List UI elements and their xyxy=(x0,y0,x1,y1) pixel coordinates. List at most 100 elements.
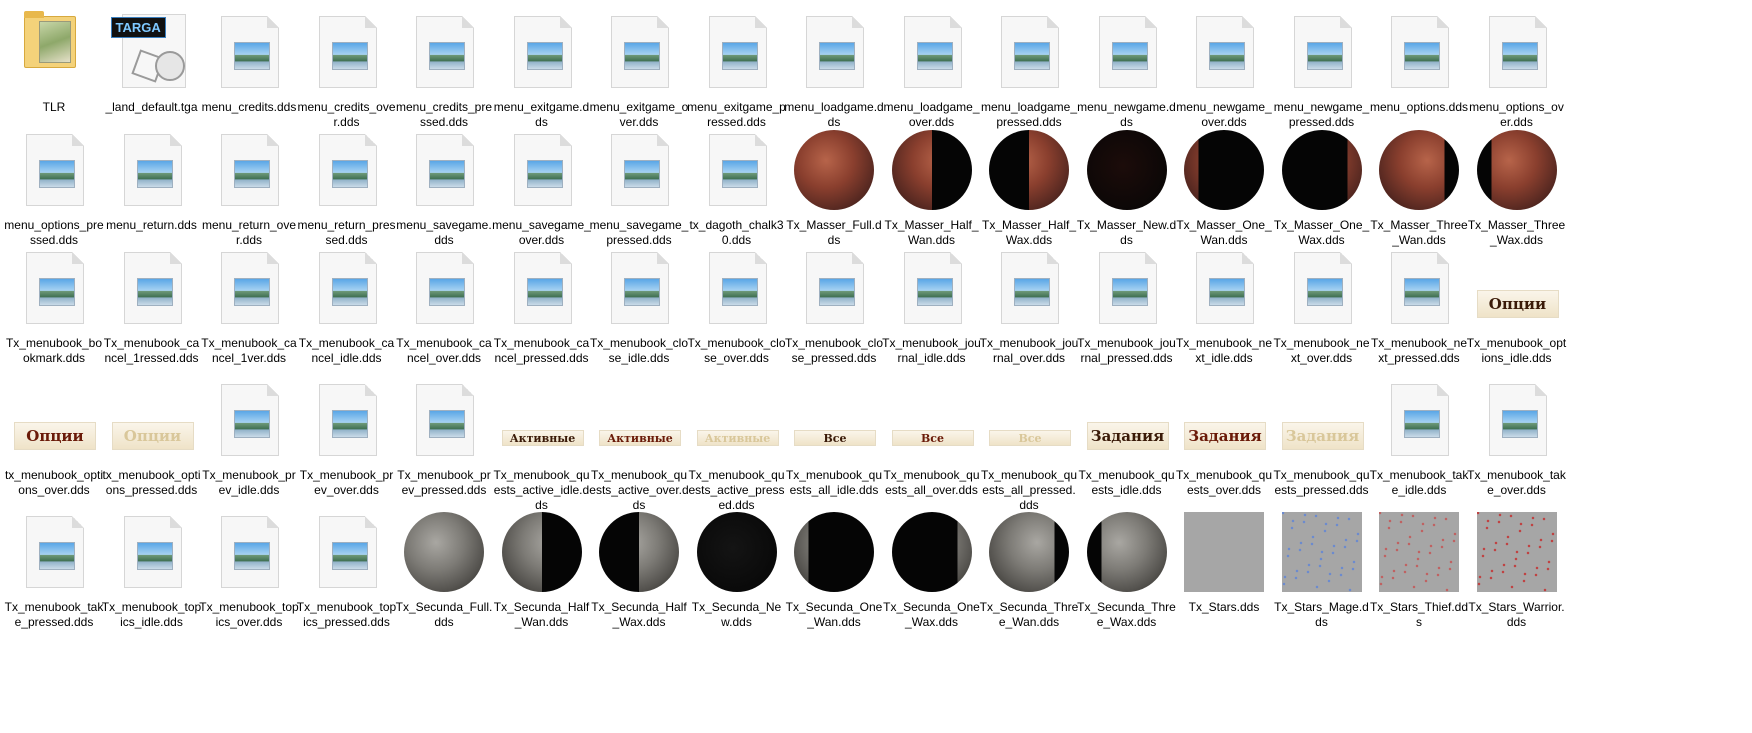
file-item[interactable]: menu_newgame_pressed.dds xyxy=(1272,2,1372,130)
file-item[interactable]: Tx_menubook_next_over.dds xyxy=(1272,238,1372,366)
image-file-icon xyxy=(199,238,299,334)
file-item[interactable]: menu_credits_pressed.dds xyxy=(394,2,494,130)
file-item[interactable]: Tx_Secunda_Three_Wan.dds xyxy=(979,502,1079,630)
file-item[interactable]: menu_savegame_over.dds xyxy=(492,120,592,248)
file-item[interactable]: menu_return_pressed.dds xyxy=(297,120,397,248)
file-item[interactable]: Задания Tx_menubook_quests_over.dds xyxy=(1174,370,1274,498)
moon-thumbnail xyxy=(979,502,1079,598)
file-item[interactable]: Tx_Masser_Half_Wan.dds xyxy=(882,120,982,248)
image-file-icon xyxy=(102,238,202,334)
file-item[interactable]: Tx_Stars_Thief.dds xyxy=(1369,502,1469,630)
file-item[interactable]: Tx_Masser_One_Wan.dds xyxy=(1174,120,1274,248)
file-item[interactable]: TLR xyxy=(4,2,104,115)
file-item[interactable]: Tx_Masser_One_Wax.dds xyxy=(1272,120,1372,248)
file-item[interactable]: Tx_Stars_Warrior.dds xyxy=(1467,502,1567,630)
file-item[interactable]: tx_dagoth_chalk30.dds xyxy=(687,120,787,248)
file-item[interactable]: Tx_menubook_cancel_pressed.dds xyxy=(492,238,592,366)
file-item[interactable]: menu_savegame_pressed.dds xyxy=(589,120,689,248)
file-item[interactable]: menu_newgame.dds xyxy=(1077,2,1177,130)
file-item[interactable]: Tx_menubook_cancel_idle.dds xyxy=(297,238,397,366)
file-grid: TLR TARGA _land_default.tga menu_credits.dd… xyxy=(0,0,1752,733)
file-item[interactable]: Tx_menubook_close_over.dds xyxy=(687,238,787,366)
file-item[interactable]: Все Tx_menubook_quests_all_idle.dds xyxy=(784,370,884,498)
file-item[interactable]: TARGA _land_default.tga xyxy=(102,2,202,115)
file-item[interactable]: Опции tx_menubook_options_over.dds xyxy=(4,370,104,498)
file-item[interactable]: Tx_menubook_journal_idle.dds xyxy=(882,238,982,366)
file-item[interactable]: menu_loadgame_over.dds xyxy=(882,2,982,130)
file-item[interactable]: Активные Tx_menubook_quests_active_idle.d… xyxy=(492,370,592,513)
file-name: tx_menubook_options_pressed.dds xyxy=(102,468,201,497)
file-item[interactable]: Tx_Masser_Half_Wax.dds xyxy=(979,120,1079,248)
file-item[interactable]: menu_exitgame_pressed.dds xyxy=(687,2,787,130)
file-item[interactable]: Tx_menubook_journal_over.dds xyxy=(979,238,1079,366)
file-item[interactable]: Все Tx_menubook_quests_all_pressed.dds xyxy=(979,370,1079,513)
file-item[interactable]: Tx_Secunda_Half_Wax.dds xyxy=(589,502,689,630)
file-item[interactable]: Активные Tx_menubook_quests_active_over.d… xyxy=(589,370,689,513)
image-file-icon xyxy=(297,238,397,334)
file-item[interactable]: Tx_menubook_take_over.dds xyxy=(1467,370,1567,498)
file-item[interactable]: Все Tx_menubook_quests_all_over.dds xyxy=(882,370,982,498)
file-item[interactable]: Tx_menubook_next_idle.dds xyxy=(1174,238,1274,366)
file-item[interactable]: Tx_menubook_next_pressed.dds xyxy=(1369,238,1469,366)
file-item[interactable]: Tx_menubook_close_idle.dds xyxy=(589,238,689,366)
texture-caption: Задания xyxy=(1184,422,1266,450)
file-item[interactable]: Tx_menubook_prev_idle.dds xyxy=(199,370,299,498)
file-item[interactable]: Tx_Masser_Full.dds xyxy=(784,120,884,248)
file-name: Tx_menubook_quests_all_over.dds xyxy=(883,468,980,497)
file-item[interactable]: menu_exitgame_over.dds xyxy=(589,2,689,130)
file-item[interactable]: Tx_menubook_take_idle.dds xyxy=(1369,370,1469,498)
file-item[interactable]: Tx_Secunda_One_Wax.dds xyxy=(882,502,982,630)
file-item[interactable]: Tx_Masser_Three_Wax.dds xyxy=(1467,120,1567,248)
file-name: Tx_Secunda_Half_Wax.dds xyxy=(591,600,687,629)
file-item[interactable]: menu_options.dds xyxy=(1369,2,1469,115)
file-item[interactable]: Tx_Secunda_Full.dds xyxy=(394,502,494,630)
file-item[interactable]: Tx_menubook_cancel_over.dds xyxy=(394,238,494,366)
file-item[interactable]: menu_credits_over.dds xyxy=(297,2,397,130)
file-item[interactable]: Tx_menubook_close_pressed.dds xyxy=(784,238,884,366)
file-item[interactable]: Задания Tx_menubook_quests_pressed.dds xyxy=(1272,370,1372,498)
file-item[interactable]: Tx_menubook_topics_over.dds xyxy=(199,502,299,630)
stars-thumbnail xyxy=(1174,502,1274,598)
file-name: Tx_Stars_Thief.dds xyxy=(1369,600,1469,629)
file-item[interactable]: menu_options_pressed.dds xyxy=(4,120,104,248)
file-item[interactable]: Tx_Masser_New.dds xyxy=(1077,120,1177,248)
file-item[interactable]: Tx_menubook_bookmark.dds xyxy=(4,238,104,366)
file-item[interactable]: menu_loadgame.dds xyxy=(784,2,884,130)
button-texture-thumbnail: Активные xyxy=(589,370,689,466)
image-file-icon xyxy=(199,502,299,598)
file-item[interactable]: Tx_menubook_topics_idle.dds xyxy=(102,502,202,630)
file-item[interactable]: Tx_menubook_topics_pressed.dds xyxy=(297,502,397,630)
file-item[interactable]: Tx_Secunda_One_Wan.dds xyxy=(784,502,884,630)
image-file-icon xyxy=(4,120,104,216)
file-item[interactable]: menu_newgame_over.dds xyxy=(1174,2,1274,130)
file-name: menu_return.dds xyxy=(106,218,197,232)
file-item[interactable]: Активные Tx_menubook_quests_active_presse… xyxy=(687,370,787,513)
file-item[interactable]: Tx_menubook_prev_over.dds xyxy=(297,370,397,498)
file-item[interactable]: menu_credits.dds xyxy=(199,2,299,115)
file-item[interactable]: Задания Tx_menubook_quests_idle.dds xyxy=(1077,370,1177,498)
file-item[interactable]: Tx_menubook_cancel_1ver.dds xyxy=(199,238,299,366)
file-item[interactable]: Tx_Secunda_New.dds xyxy=(687,502,787,630)
file-item[interactable]: Опции tx_menubook_options_pressed.dds xyxy=(102,370,202,498)
image-file-icon xyxy=(1174,238,1274,334)
file-name: Tx_menubook_options_idle.dds xyxy=(1466,336,1567,365)
file-item[interactable]: Tx_Secunda_Three_Wax.dds xyxy=(1077,502,1177,630)
file-item[interactable]: Опции Tx_menubook_options_idle.dds xyxy=(1467,238,1567,366)
moon-thumbnail xyxy=(1272,120,1372,216)
file-item[interactable]: Tx_Stars.dds xyxy=(1174,502,1274,615)
texture-caption: Задания xyxy=(1281,422,1364,450)
file-item[interactable]: Tx_menubook_take_pressed.dds xyxy=(4,502,104,630)
file-item[interactable]: menu_exitgame.dds xyxy=(492,2,592,130)
file-item[interactable]: Tx_menubook_prev_pressed.dds xyxy=(394,370,494,498)
file-item[interactable]: Tx_Secunda_Half_Wan.dds xyxy=(492,502,592,630)
file-item[interactable]: Tx_Masser_Three_Wan.dds xyxy=(1369,120,1469,248)
file-item[interactable]: menu_return_over.dds xyxy=(199,120,299,248)
file-item[interactable]: menu_savegame.dds xyxy=(394,120,494,248)
file-item[interactable]: Tx_menubook_cancel_1ressed.dds xyxy=(102,238,202,366)
file-item[interactable]: menu_loadgame_pressed.dds xyxy=(979,2,1079,130)
file-item[interactable]: menu_options_over.dds xyxy=(1467,2,1567,130)
file-item[interactable]: Tx_menubook_journal_pressed.dds xyxy=(1077,238,1177,366)
file-item[interactable]: menu_return.dds xyxy=(102,120,202,233)
image-file-icon xyxy=(394,370,494,466)
file-item[interactable]: Tx_Stars_Mage.dds xyxy=(1272,502,1372,630)
